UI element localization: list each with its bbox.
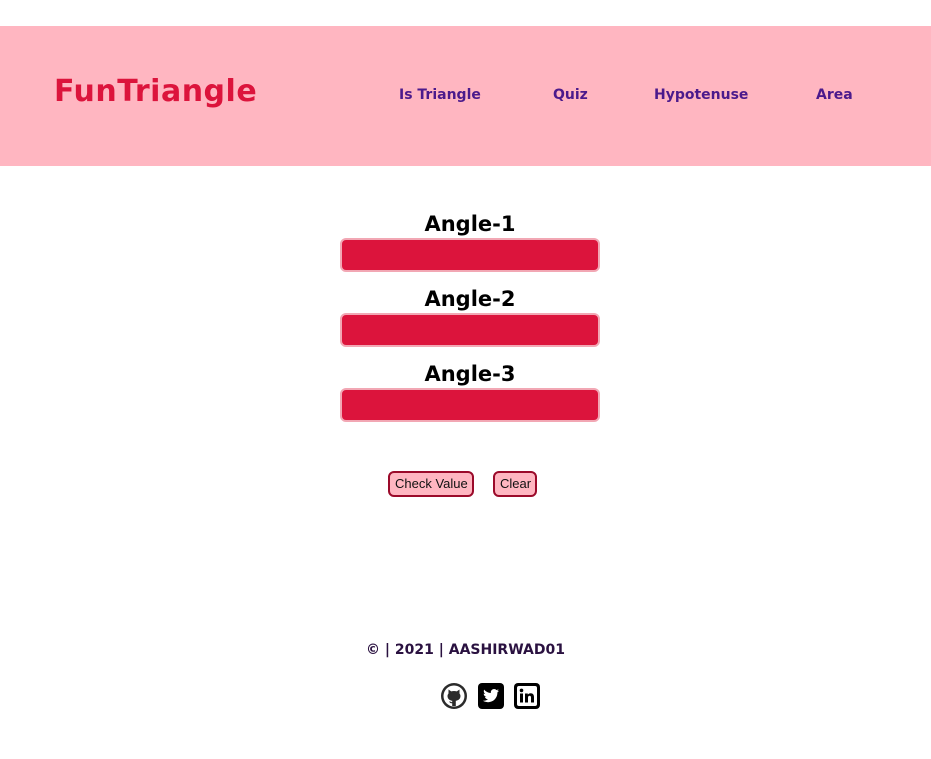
github-icon[interactable] — [440, 682, 468, 710]
nav-link-hypotenuse[interactable]: Hypotenuse — [654, 86, 748, 104]
linkedin-icon[interactable] — [513, 682, 541, 710]
angle-2-input[interactable] — [340, 313, 600, 347]
nav-link-quiz[interactable]: Quiz — [553, 86, 588, 104]
angle-3-label: Angle-3 — [424, 362, 516, 386]
brand-logo[interactable]: FunTriangle — [54, 74, 257, 110]
clear-button[interactable]: Clear — [493, 471, 537, 497]
nav-link-is-triangle[interactable]: Is Triangle — [399, 86, 481, 104]
check-value-button[interactable]: Check Value — [388, 471, 474, 497]
twitter-icon[interactable] — [477, 682, 505, 710]
angle-1-input[interactable] — [340, 238, 600, 272]
copyright-text: © | 2021 | AASHIRWAD01 — [366, 642, 565, 658]
nav-link-area[interactable]: Area — [816, 86, 853, 104]
navbar: FunTriangle Is Triangle Quiz Hypotenuse … — [0, 26, 931, 166]
angle-1-label: Angle-1 — [424, 212, 516, 236]
page: FunTriangle Is Triangle Quiz Hypotenuse … — [0, 0, 931, 759]
angle-3-input[interactable] — [340, 388, 600, 422]
angle-2-label: Angle-2 — [424, 287, 516, 311]
